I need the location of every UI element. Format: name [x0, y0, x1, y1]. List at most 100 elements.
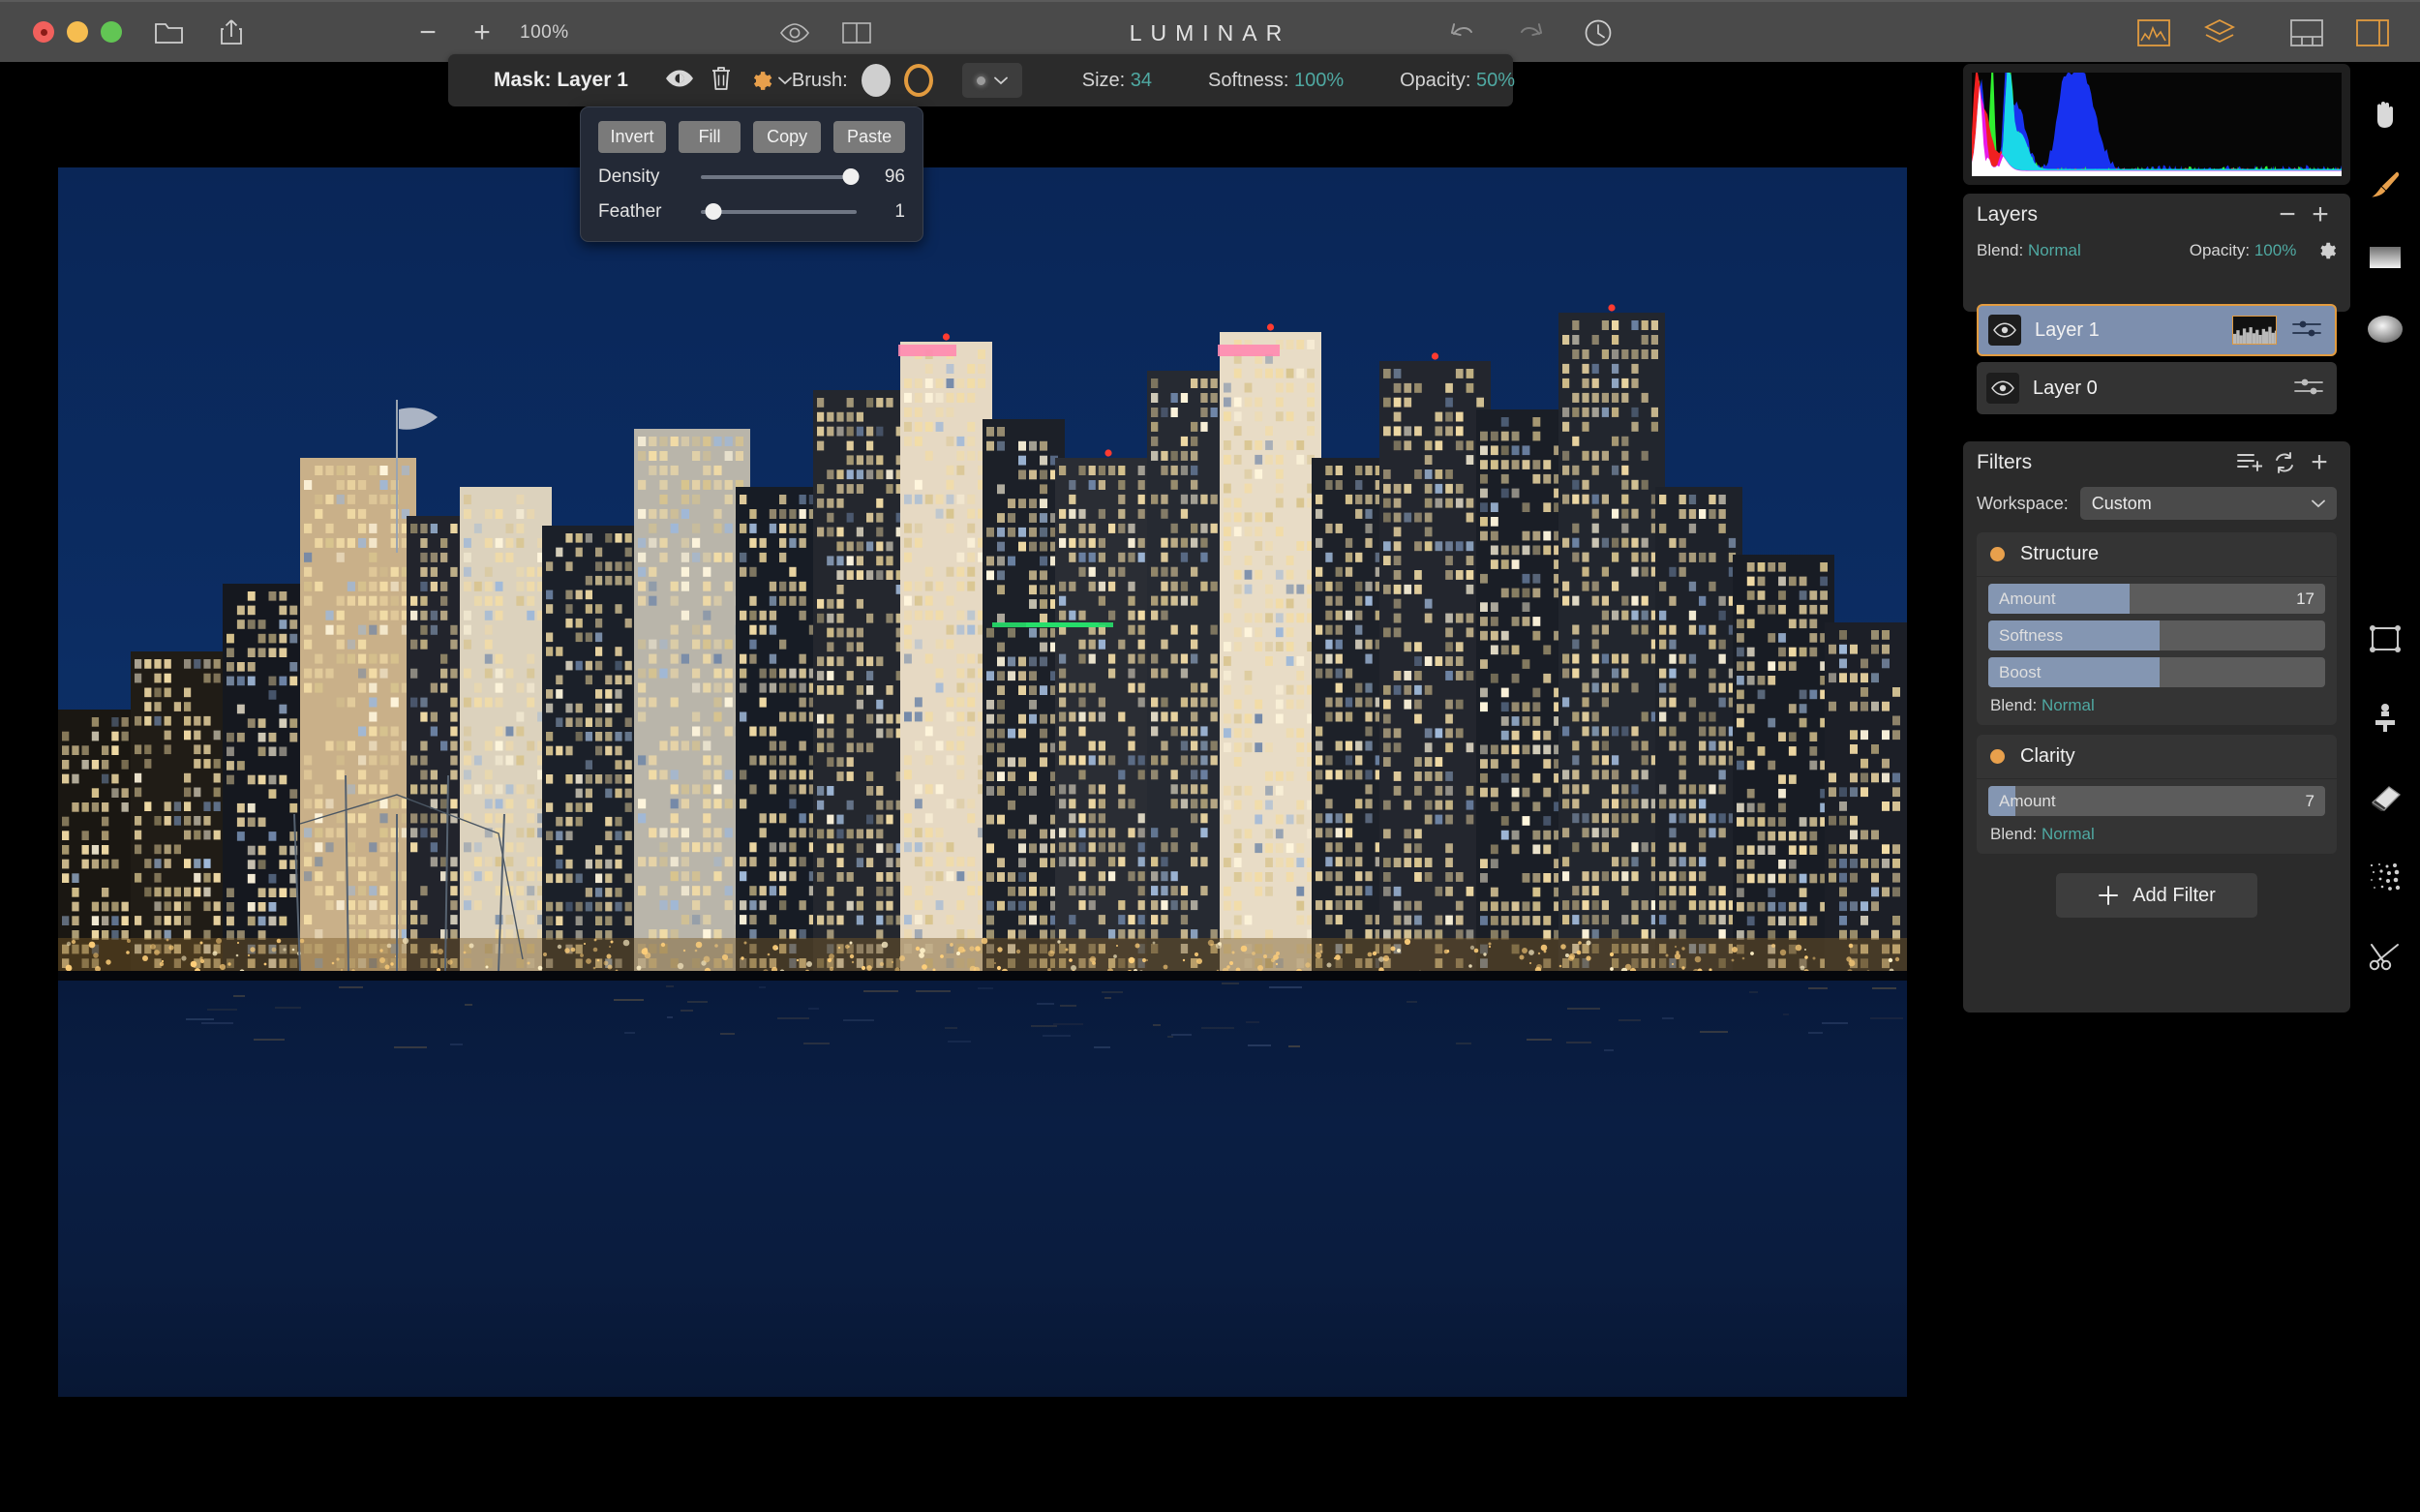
histogram-panel[interactable]: [1963, 64, 2350, 185]
density-slider-knob[interactable]: [842, 168, 860, 185]
layers-panel-icon[interactable]: [2199, 13, 2240, 53]
layer-visibility-eye-icon[interactable]: [1986, 373, 2019, 404]
histogram-panel-icon[interactable]: [2133, 13, 2174, 53]
filter-blend-control[interactable]: Blend: Normal: [1977, 816, 2337, 846]
compare-eye-icon[interactable]: [774, 13, 815, 53]
gradient-mask-icon[interactable]: [2356, 228, 2414, 287]
undo-icon[interactable]: [1442, 13, 1483, 53]
filter-slider-label: Amount: [1999, 589, 2056, 608]
workspace-select[interactable]: Custom: [2079, 487, 2337, 520]
brush-tool-icon[interactable]: [2356, 157, 2414, 215]
eye-icon[interactable]: [665, 69, 694, 93]
share-icon[interactable]: [211, 12, 252, 52]
denoise-tool-icon[interactable]: [2356, 848, 2414, 906]
density-slider-row: Density 96: [581, 166, 923, 188]
density-value: 96: [884, 166, 905, 187]
add-layer-button[interactable]: +: [2304, 198, 2337, 231]
density-slider-track[interactable]: [701, 168, 860, 185]
filter-enabled-dot-icon[interactable]: [1990, 749, 2005, 764]
gear-icon[interactable]: [748, 69, 792, 93]
brush-paint-button[interactable]: [861, 64, 891, 97]
redo-icon[interactable]: [1510, 13, 1551, 53]
copy-mask-button[interactable]: Copy: [753, 121, 822, 153]
filter-slider[interactable]: Boost: [1988, 657, 2325, 687]
workspace-label: Workspace:: [1977, 493, 2069, 513]
scissors-tool-icon[interactable]: [2356, 927, 2414, 985]
image-canvas[interactable]: [58, 167, 1907, 1397]
add-filter-icon[interactable]: +: [2302, 446, 2337, 479]
trash-icon[interactable]: [711, 66, 732, 96]
brush-parameters: Size: 34 Softness: 100% Opacity: 50%: [1082, 70, 1515, 92]
filter-name: Clarity: [2020, 745, 2075, 767]
add-filter-label: Add Filter: [2133, 884, 2216, 906]
crop-tool-icon[interactable]: [2356, 610, 2414, 668]
filter-name: Structure: [2020, 543, 2100, 564]
filmstrip-panel-icon[interactable]: [2286, 13, 2327, 53]
side-panel-icon[interactable]: [2352, 13, 2393, 53]
invert-mask-button[interactable]: Invert: [598, 121, 666, 153]
chevron-down-icon: [2312, 499, 2325, 507]
filter-slider[interactable]: Amount 7: [1988, 786, 2325, 816]
filter-card-header[interactable]: Structure: [1977, 532, 2337, 577]
layers-panel: Layers − + Blend: Normal Opacity: 100%: [1963, 194, 2350, 312]
brush-softness-control[interactable]: Softness: 100%: [1208, 70, 1344, 92]
layer-adjustments-icon[interactable]: [2294, 376, 2323, 402]
remove-layer-button[interactable]: −: [2271, 198, 2304, 231]
feather-value: 1: [894, 201, 905, 222]
layer-settings-gear-icon[interactable]: [2315, 240, 2337, 261]
brush-opacity-control[interactable]: Opacity: 50%: [1400, 70, 1515, 92]
brush-size-control[interactable]: Size: 34: [1082, 70, 1152, 92]
layer-opacity-control[interactable]: Opacity: 100%: [2190, 241, 2297, 260]
zoom-level-label[interactable]: 100%: [520, 22, 569, 44]
filter-slider[interactable]: Amount 17: [1988, 584, 2325, 614]
feather-slider-track[interactable]: [701, 203, 857, 220]
layer-row[interactable]: Layer 1: [1977, 304, 2337, 356]
filter-card-header[interactable]: Clarity: [1977, 735, 2337, 779]
filter-slider-label: Softness: [1999, 625, 2064, 645]
brush-erase-button[interactable]: [903, 64, 933, 97]
layers-header: Layers − +: [1977, 194, 2337, 236]
brush-size-value: 34: [1130, 69, 1153, 91]
feather-label: Feather: [598, 201, 662, 222]
plus-icon: [2099, 886, 2119, 905]
filter-slider-value: 7: [2305, 791, 2314, 810]
hand-tool-icon[interactable]: [2356, 85, 2414, 143]
filter-enabled-dot-icon[interactable]: [1990, 547, 2005, 561]
erase-tool-icon[interactable]: [2356, 769, 2414, 827]
brush-opacity-label: Opacity:: [1400, 69, 1471, 91]
layer-adjustments-icon[interactable]: [2292, 318, 2321, 344]
zoom-out-button[interactable]: −: [411, 18, 444, 47]
close-window-button[interactable]: [33, 21, 54, 43]
split-view-icon[interactable]: [836, 13, 877, 53]
reset-icon[interactable]: [2267, 451, 2302, 474]
layer-blend-control[interactable]: Blend: Normal: [1977, 241, 2081, 260]
filter-blend-control[interactable]: Blend: Normal: [1977, 687, 2337, 717]
maximize-window-button[interactable]: [101, 21, 122, 43]
san-diego-skyline-night-photo[interactable]: [58, 167, 1907, 1397]
feather-slider-knob[interactable]: [705, 203, 722, 220]
mask-options-popover: Invert Fill Copy Paste Density 96 Feathe…: [580, 106, 923, 242]
brush-mode-group: [861, 63, 1022, 98]
tool-rail: [2350, 62, 2420, 1512]
zoom-in-button[interactable]: +: [466, 18, 499, 47]
add-filter-button[interactable]: Add Filter: [2056, 873, 2257, 918]
layer-name: Layer 0: [2033, 377, 2098, 399]
clone-stamp-icon[interactable]: [2356, 689, 2414, 747]
layer-mask-thumbnail[interactable]: [2232, 316, 2277, 345]
history-clock-icon[interactable]: [1578, 13, 1618, 53]
filter-slider[interactable]: Softness: [1988, 620, 2325, 650]
fill-mask-button[interactable]: Fill: [678, 121, 741, 153]
filter-slider-label: Boost: [1999, 662, 2042, 681]
minimize-window-button[interactable]: [67, 21, 88, 43]
brush-preset-dropdown[interactable]: [961, 63, 1022, 98]
paste-mask-button[interactable]: Paste: [833, 121, 905, 153]
filters-header: Filters +: [1977, 441, 2337, 484]
folder-icon[interactable]: [149, 12, 190, 52]
layer-visibility-eye-icon[interactable]: [1988, 315, 2021, 346]
layer-row[interactable]: Layer 0: [1977, 362, 2337, 414]
filter-card: Structure Amount 17 Softness Boost Blend: Nor…: [1977, 532, 2337, 725]
save-preset-icon[interactable]: [2232, 452, 2267, 473]
filter-slider-value: 17: [2296, 589, 2314, 608]
density-label: Density: [598, 166, 660, 187]
radial-mask-icon[interactable]: [2356, 300, 2414, 358]
